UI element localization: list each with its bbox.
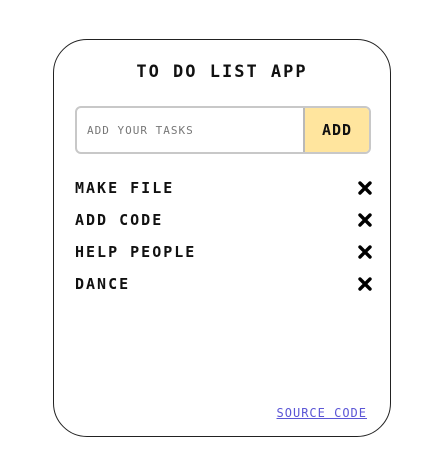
close-icon[interactable] (357, 244, 373, 260)
task-input-row: ADD (75, 106, 371, 154)
task-label: ADD CODE (75, 211, 164, 229)
task-input[interactable] (77, 108, 303, 152)
list-item: ADD CODE (75, 204, 373, 236)
close-icon-glyph (358, 181, 372, 195)
add-button[interactable]: ADD (303, 108, 369, 152)
app-title: TO DO LIST APP (136, 62, 308, 82)
task-label: MAKE FILE (75, 179, 175, 197)
close-icon-glyph (358, 213, 372, 227)
close-icon-glyph (358, 245, 372, 259)
todo-card: TO DO LIST APP ADD MAKE FILE ADD CODE HE… (53, 39, 391, 437)
source-code-link[interactable]: SOURCE CODE (277, 406, 367, 420)
task-label: HELP PEOPLE (75, 243, 197, 261)
task-label: DANCE (75, 275, 131, 293)
list-item: MAKE FILE (75, 172, 373, 204)
close-icon[interactable] (357, 180, 373, 196)
list-item: HELP PEOPLE (75, 236, 373, 268)
list-item: DANCE (75, 268, 373, 300)
close-icon[interactable] (357, 276, 373, 292)
task-list: MAKE FILE ADD CODE HELP PEOPLE DANCE (75, 172, 373, 300)
close-icon-glyph (358, 277, 372, 291)
close-icon[interactable] (357, 212, 373, 228)
